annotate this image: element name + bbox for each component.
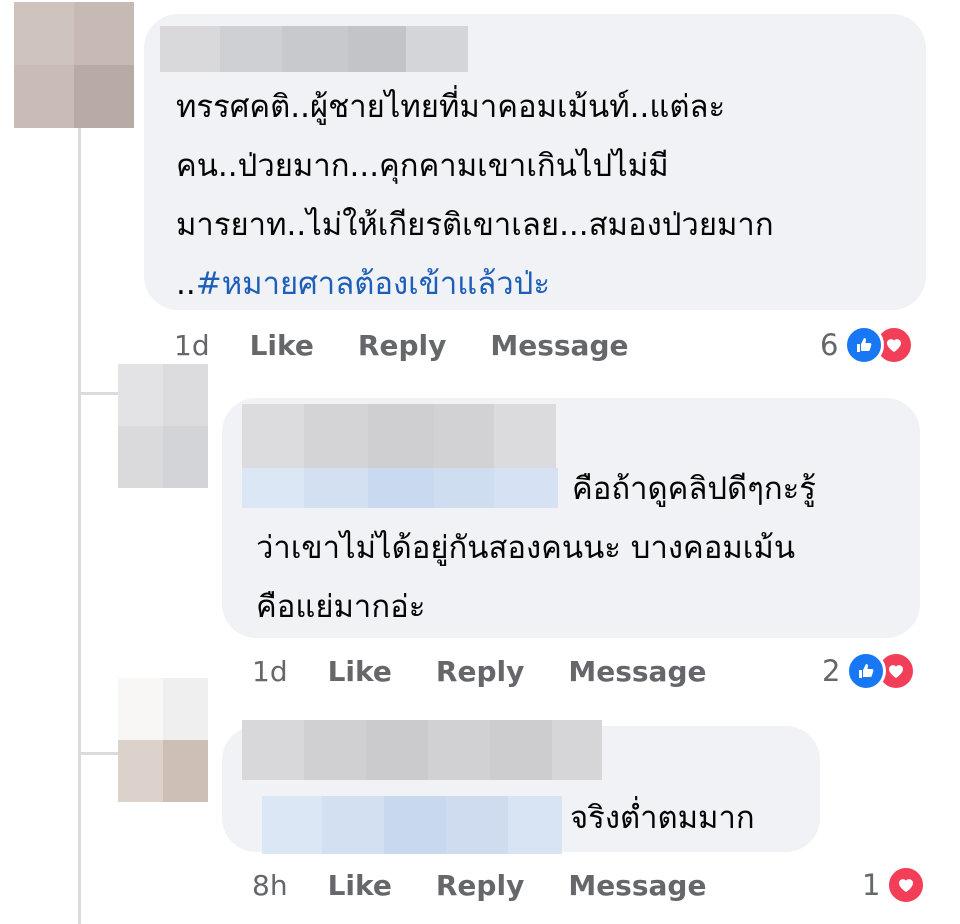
timestamp[interactable]: 8h (252, 869, 288, 902)
reaction-count: 6 (820, 328, 839, 362)
comment-actions: 1d Like Reply Message (252, 648, 750, 694)
comment-text: ว่าเขาไม่ได้อยู่กันสองคนนะ บางคอมเม้น คื… (256, 519, 795, 637)
thumbs-up-icon (844, 325, 885, 365)
message-button[interactable]: Message (490, 329, 628, 362)
reaction-summary[interactable]: 6 (820, 322, 915, 368)
author-name-redacted[interactable] (160, 26, 468, 72)
thread-connector (78, 392, 118, 395)
author-name-redacted[interactable] (242, 404, 556, 468)
mentioned-name-redacted[interactable] (242, 468, 558, 508)
author-name-redacted[interactable] (242, 720, 602, 780)
reaction-summary[interactable]: 2 (822, 648, 917, 694)
reaction-count: 2 (822, 654, 841, 688)
comment-text: คือถ้าดูคลิปดีๆกะรู้ (572, 460, 816, 519)
like-button[interactable]: Like (328, 869, 392, 902)
message-button[interactable]: Message (568, 655, 706, 688)
comment-actions: 8h Like Reply Message (252, 862, 750, 908)
comment-text: ทรรศคติ..ผู้ชายไทยที่มาคอมเม้นท์..แต่ละ … (176, 78, 774, 314)
mentioned-name-redacted[interactable] (262, 796, 562, 854)
reply-button[interactable]: Reply (436, 869, 524, 902)
thread-connector (78, 752, 118, 755)
comment-body: ว่าเขาไม่ได้อยู่กันสองคนนะ บางคอมเม้น คื… (256, 530, 796, 625)
reply-button[interactable]: Reply (436, 655, 524, 688)
avatar[interactable] (118, 678, 208, 802)
like-button[interactable]: Like (250, 329, 314, 362)
like-button[interactable]: Like (328, 655, 392, 688)
comment-body: จริงต่ำตมมาก (570, 800, 755, 836)
hashtag-link[interactable]: #หมายศาลต้องเข้าแล้วป่ะ (196, 266, 550, 302)
comment-text: จริงต่ำตมมาก (570, 789, 755, 848)
thread-line (78, 128, 81, 924)
avatar[interactable] (14, 2, 134, 128)
timestamp[interactable]: 1d (252, 655, 288, 688)
comment-actions: 1d Like Reply Message (174, 322, 672, 368)
reply-button[interactable]: Reply (358, 329, 446, 362)
avatar[interactable] (118, 364, 208, 488)
comment-body-line1: คือถ้าดูคลิปดีๆกะรู้ (572, 471, 816, 507)
timestamp[interactable]: 1d (174, 329, 210, 362)
heart-icon (886, 865, 927, 905)
message-button[interactable]: Message (568, 869, 706, 902)
reaction-summary[interactable]: 1 (862, 862, 927, 908)
reaction-count: 1 (862, 868, 881, 902)
thumbs-up-icon (846, 651, 887, 691)
